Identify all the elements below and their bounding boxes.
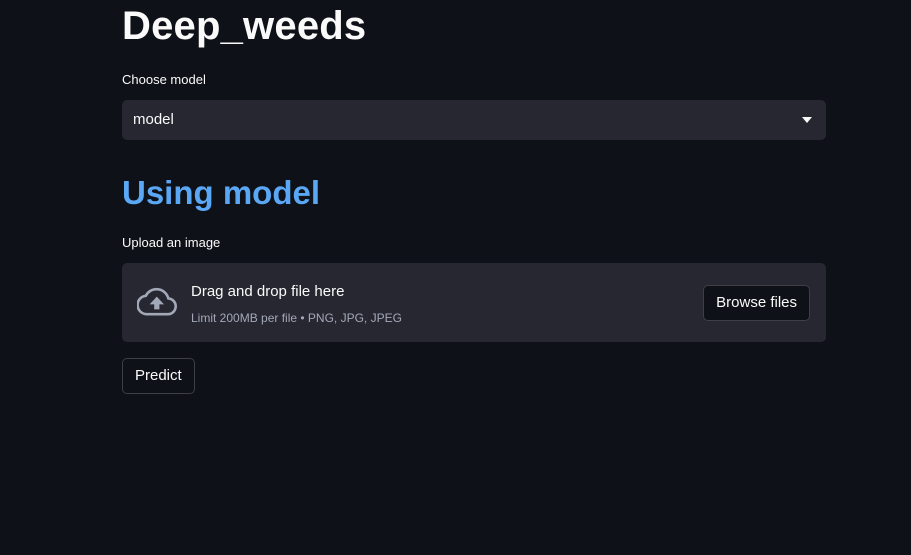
section-subheader: Using model bbox=[122, 174, 321, 211]
cloud-upload-icon bbox=[137, 287, 177, 316]
browse-files-button[interactable]: Browse files bbox=[703, 285, 810, 321]
model-select[interactable]: model bbox=[122, 100, 826, 140]
upload-image-label: Upload an image bbox=[122, 235, 221, 250]
dropzone-limit-text: Limit 200MB per file • PNG, JPG, JPEG bbox=[191, 311, 402, 325]
page-title: Deep_weeds bbox=[122, 4, 367, 48]
file-dropzone[interactable]: Drag and drop file here Limit 200MB per … bbox=[122, 263, 826, 342]
dropzone-instructions: Drag and drop file here bbox=[191, 283, 345, 300]
predict-button[interactable]: Predict bbox=[122, 358, 195, 394]
choose-model-label: Choose model bbox=[122, 72, 206, 87]
chevron-down-icon[interactable] bbox=[802, 117, 812, 123]
model-select-value: model bbox=[133, 111, 174, 128]
